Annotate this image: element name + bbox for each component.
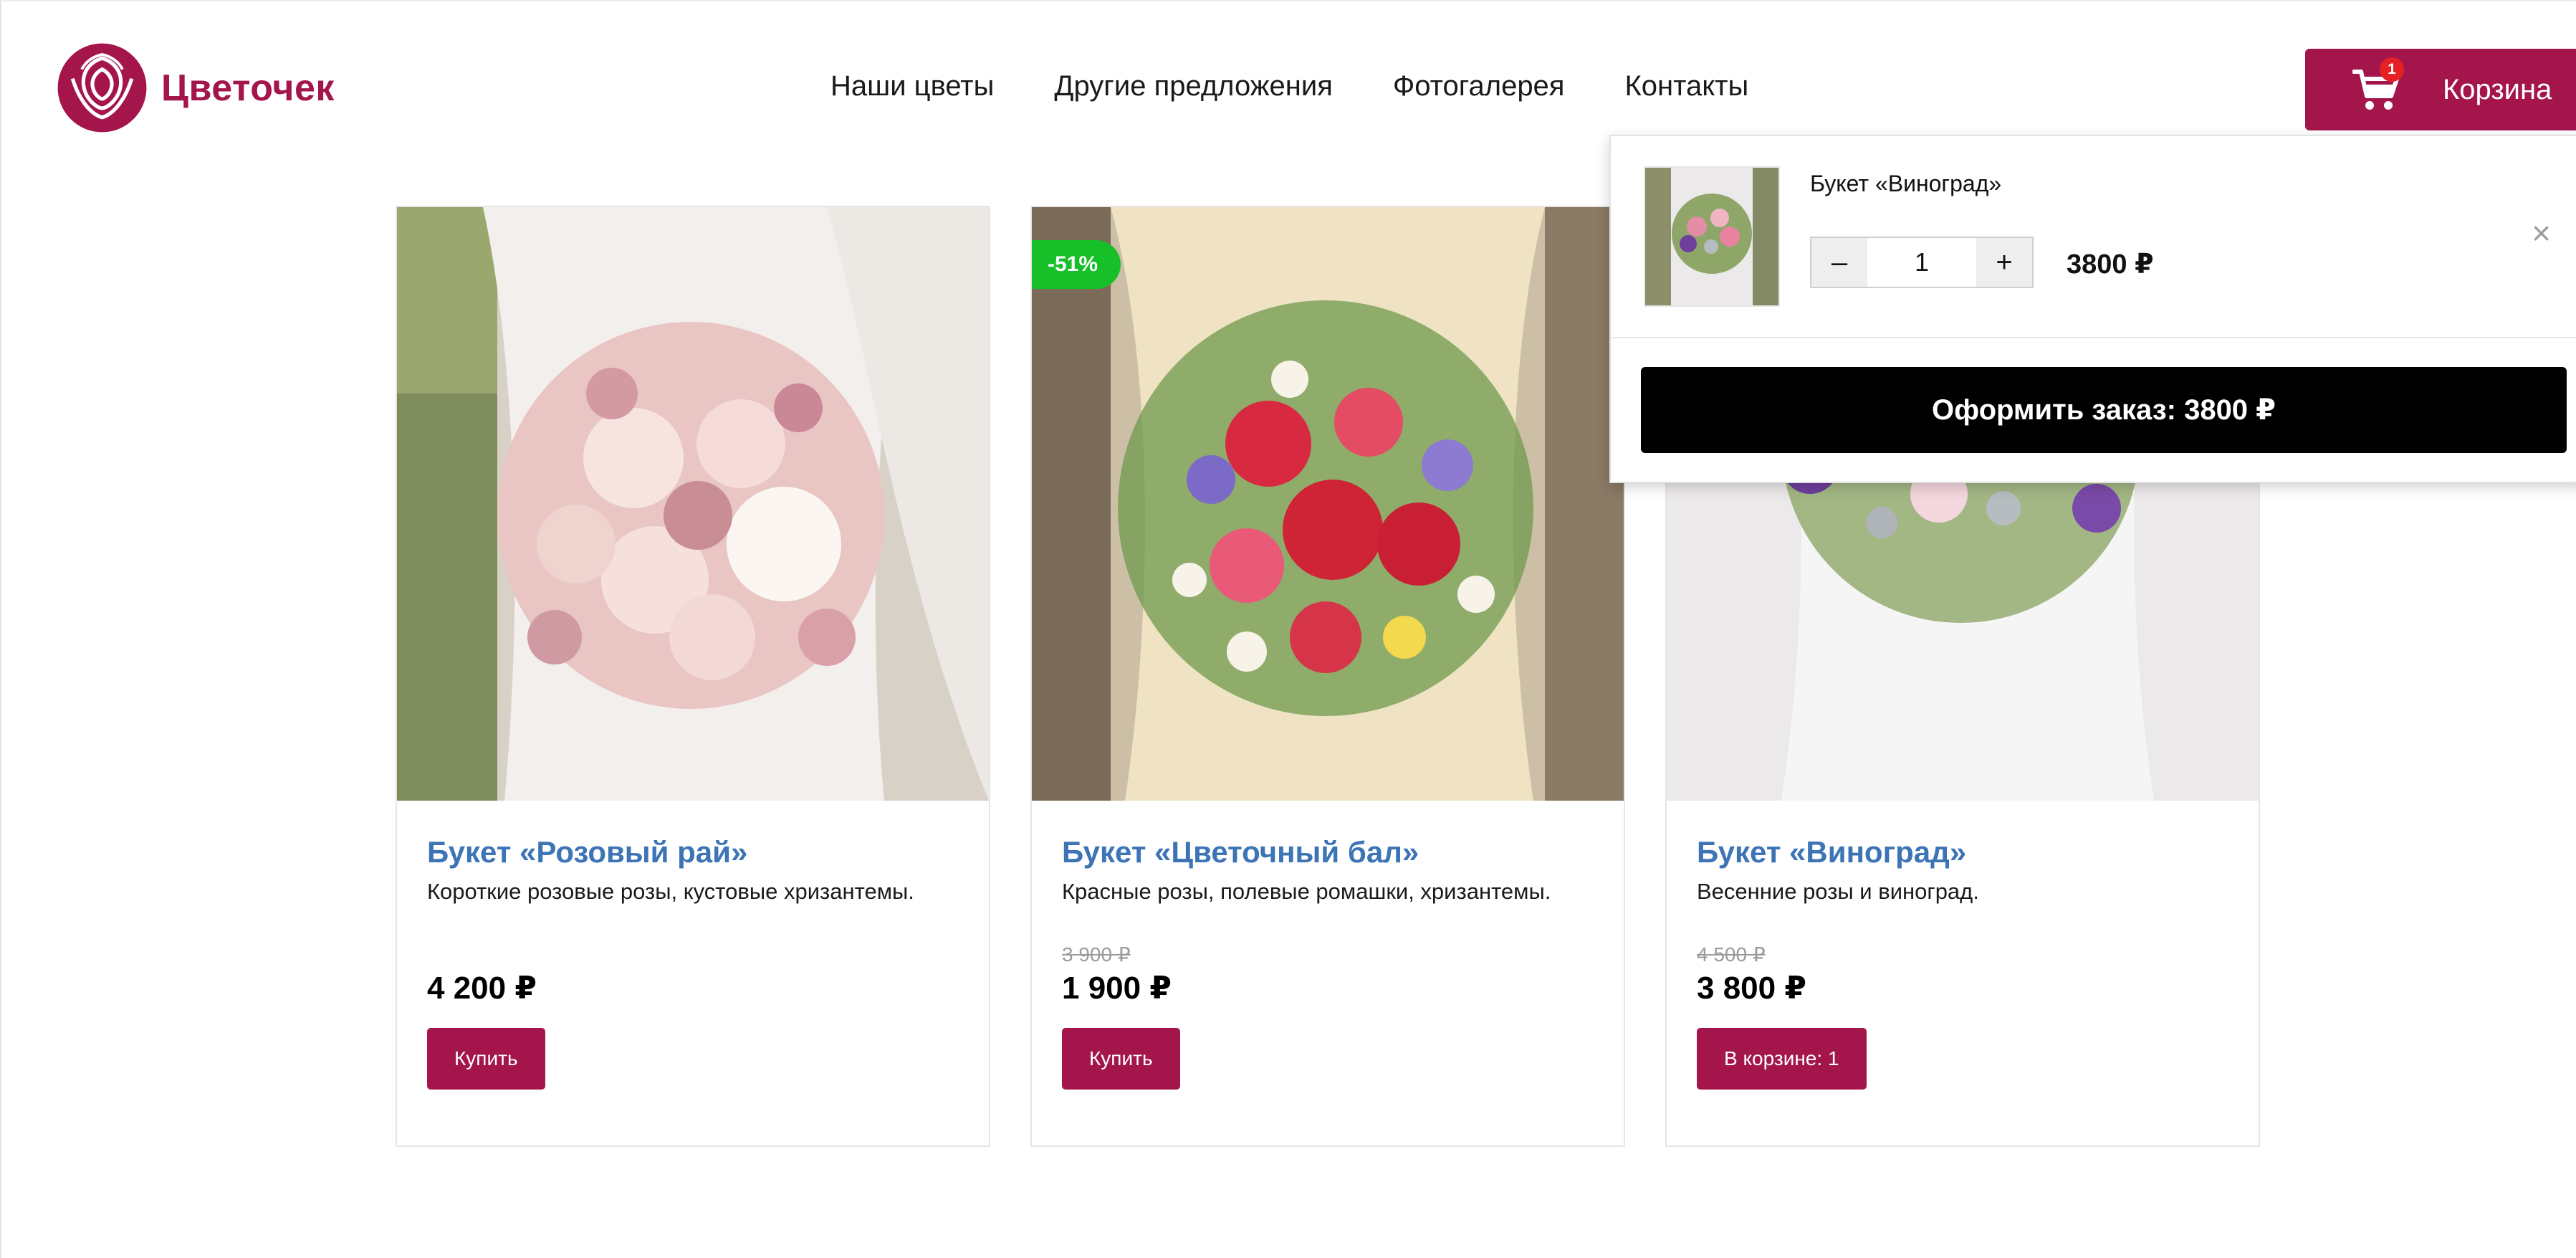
product-info: Букет «Цветочный бал» Красные розы, поле…	[1032, 835, 1624, 1090]
product-description: Весенние розы и виноград.	[1697, 879, 1979, 904]
product-info: Букет «Виноград» Весенние розы и виногра…	[1667, 835, 2259, 1090]
product-image[interactable]: -51%	[1032, 207, 1624, 801]
bouquet-thumbnail-image	[1645, 168, 1778, 305]
nav-item-our-flowers[interactable]: Наши цветы	[830, 70, 994, 103]
cart-item-price: 3800 ₽	[2067, 249, 2154, 280]
old-price: 3 900 ₽	[1062, 943, 1131, 966]
product-info: Букет «Розовый рай» Короткие розовые роз…	[397, 835, 989, 1090]
quantity-decrease-button[interactable]: –	[1811, 238, 1867, 287]
bouquet-pink-image	[397, 207, 989, 801]
current-price: 3 800 ₽	[1697, 971, 1806, 1006]
quantity-input[interactable]: 1	[1867, 238, 1976, 287]
cart-dropdown: Букет «Виноград» – 1 + 3800 ₽ × Оформить…	[1609, 135, 2576, 483]
nav-item-other-offers[interactable]: Другие предложения	[1054, 70, 1332, 103]
current-price: 4 200 ₽	[427, 971, 537, 1006]
quantity-stepper: – 1 +	[1810, 237, 2034, 288]
product-title[interactable]: Букет «Виноград»	[1697, 835, 2228, 869]
site-logo[interactable]: Цветочек	[56, 42, 335, 134]
cart-label: Корзина	[2443, 73, 2552, 105]
buy-button[interactable]: Купить	[1062, 1028, 1180, 1090]
product-card: -51% Букет «Цветочный бал» Красные розы,…	[1030, 206, 1625, 1147]
brand-name: Цветочек	[161, 67, 335, 109]
product-card: Букет «Розовый рай» Короткие розовые роз…	[396, 206, 990, 1147]
checkout-button[interactable]: Оформить заказ: 3800 ₽	[1641, 367, 2567, 453]
bouquet-wildflower-image	[1032, 207, 1624, 801]
cart-item: Букет «Виноград» – 1 + 3800 ₽ ×	[1611, 136, 2576, 338]
current-price: 1 900 ₽	[1062, 971, 1172, 1006]
buy-button[interactable]: Купить	[427, 1028, 545, 1090]
nav-item-contacts[interactable]: Контакты	[1624, 70, 1748, 103]
old-price	[427, 943, 959, 968]
nav-item-gallery[interactable]: Фотогалерея	[1393, 70, 1565, 103]
cart-item-name: Букет «Виноград»	[1810, 171, 2002, 196]
cart-icon-wrapper: 1	[2352, 57, 2404, 112]
product-description: Короткие розовые розы, кустовые хризанте…	[427, 879, 914, 904]
in-cart-button[interactable]: В корзине: 1	[1697, 1028, 1867, 1090]
product-image[interactable]	[397, 207, 989, 801]
close-icon[interactable]: ×	[2532, 216, 2551, 249]
cart-item-thumbnail[interactable]	[1644, 166, 1780, 307]
cart-count-badge: 1	[2380, 57, 2404, 82]
product-title[interactable]: Букет «Розовый рай»	[427, 835, 959, 869]
page: Цветочек Наши цветы Другие предложения Ф…	[0, 0, 2576, 1258]
product-title[interactable]: Букет «Цветочный бал»	[1062, 835, 1594, 869]
quantity-increase-button[interactable]: +	[1976, 238, 2032, 287]
old-price: 4 500 ₽	[1697, 943, 1766, 966]
cart-button[interactable]: 1 Корзина	[2305, 49, 2576, 130]
rose-logo-icon	[57, 43, 147, 133]
discount-badge: -51%	[1032, 240, 1121, 289]
main-nav: Наши цветы Другие предложения Фотогалере…	[830, 70, 1748, 103]
product-description: Красные розы, полевые ромашки, хризантем…	[1062, 879, 1551, 904]
